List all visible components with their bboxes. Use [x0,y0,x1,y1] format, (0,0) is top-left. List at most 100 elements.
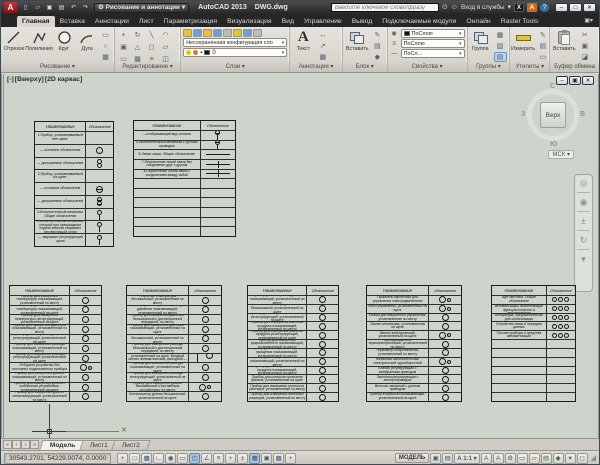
navbar-tool-2[interactable]: ± [581,216,586,226]
viewcube-east[interactable]: В [580,111,585,118]
doc-close-button[interactable]: ✕ [582,76,594,85]
coordinates-readout[interactable]: 30543.2701, 54229.0074, 0.0000 [4,453,111,464]
qat-button-2[interactable]: ▣ [44,3,55,13]
panel-label-properties[interactable]: Свойства ▾ [388,62,467,72]
status-toggle-2[interactable]: ▦ [141,453,152,464]
layer-tool-6[interactable] [243,29,252,37]
qat-button-5[interactable]: ↷ [80,3,91,13]
search-icon[interactable]: ⊙ [442,3,448,13]
object-color-dropdown[interactable]: ПоСлою ▾ [401,29,465,38]
layout-nav-1[interactable]: ‹ [12,440,21,449]
navbar-tool-3[interactable]: ↻ [580,235,588,245]
modify-tool-9[interactable]: ▦ [131,54,144,62]
draw-small-icon-0[interactable]: ▭ [99,30,112,40]
status-toggle-6[interactable]: ◫ [189,453,200,464]
legend-table-top-2[interactable]: Наименование Обозначение —отображающий в… [133,120,236,237]
qat-button-4[interactable]: ↶ [68,3,79,13]
tab-управление[interactable]: Управление [299,16,347,27]
draw-small-icon-1[interactable]: ○ [99,41,112,51]
clip-small-icon-2[interactable]: ◪ [578,52,591,62]
ribbon-overflow-icon[interactable]: ▣▾ [584,17,593,24]
tab-лист[interactable]: Лист [134,16,159,27]
modify-tool-10[interactable]: ≡ [145,54,158,62]
tab-вставка[interactable]: Вставка [55,16,90,27]
tab-онлайн[interactable]: Онлайн [461,16,495,27]
tab-подключаемые-модули[interactable]: Подключаемые модули [377,16,461,27]
sb-icons3-btn-5[interactable]: ▾ [565,453,576,464]
utils-small-icon-0[interactable]: ✎ [536,30,549,40]
help-icon[interactable]: ? [540,3,549,12]
linetype-dropdown[interactable]: ПоСл... ▾ [401,49,465,58]
panel-label-modify[interactable]: Редактирование ▾ [115,62,180,72]
legend-table-bottom-1[interactable]: Наименование Обозначение Прибор для изме… [9,285,102,402]
tab-вид[interactable]: Вид [277,16,299,27]
sb-icons3-btn-2[interactable]: ▱ [529,453,540,464]
lineweight-dropdown[interactable]: ПоСлою ▾ [401,39,465,48]
circle-button[interactable]: Круг [54,28,75,52]
modify-tool-7[interactable]: ▱ [159,42,172,53]
signin-button[interactable]: Вход в службы [461,4,505,11]
drawing-viewport[interactable]: [-][Вверху][2D каркас] ‒▣✕ С В Ю З Верх … [1,74,599,438]
autocad-logo-icon[interactable]: A [4,2,17,13]
measure-button[interactable]: Измерить [512,28,534,52]
modify-tool-3[interactable]: ◠ [159,30,172,41]
doc-minimize-button[interactable]: ‒ [556,76,568,85]
sb-icons3-btn-1[interactable]: ▭ [517,453,528,464]
paste-button[interactable]: Вставить [552,28,576,52]
layout-nav-3[interactable]: » [30,440,39,449]
viewcube-south[interactable]: Ю [550,141,557,148]
annot-small-icon-2[interactable]: ▦ [316,52,329,62]
maximize-button[interactable]: □ [569,3,582,12]
viewcube-west[interactable]: З [521,111,525,118]
navbar-tool-4[interactable]: ▾ [581,254,586,264]
legend-table-bottom-3[interactable]: Наименование Обозначение Прибор для изме… [247,285,339,402]
layer-tool-2[interactable] [203,29,212,37]
legend-table-bottom-5[interactable]: Наименование Обозначение Щит местный. Об… [491,285,576,402]
panel-label-clipboard[interactable]: Буфер обмена [550,62,599,72]
sb-icons3-btn-4[interactable]: ◆ [553,453,564,464]
modify-tool-11[interactable]: ◫ [159,54,172,62]
utils-small-icon-1[interactable]: ▤ [536,41,549,51]
status-toggle-4[interactable]: ◉ [165,453,176,464]
arc-button[interactable]: Дуга [76,28,97,52]
status-toggle-12[interactable]: ▣ [261,453,272,464]
panel-label-groups[interactable]: Группы ▾ [468,62,510,72]
sb-icons3-btn-3[interactable]: ▤ [541,453,552,464]
status-toggle-9[interactable]: + [225,453,236,464]
panel-label-draw[interactable]: Рисование ▾ [1,62,114,72]
annotation-scale-button[interactable]: А 1:1 ▾ [454,453,479,464]
panel-label-annotation[interactable]: Аннотации ▾ [290,62,342,72]
layer-dropdown[interactable]: ▪ 0 ▾ [183,48,287,57]
viewport-control-1[interactable]: [Вверху] [15,76,44,83]
status-toggle-5[interactable]: ▭ [177,453,188,464]
status-toggle-11[interactable]: ▦ [249,453,260,464]
viewcube-top-face[interactable]: Верх [540,102,566,128]
tab-параметризация[interactable]: Параметризация [159,16,222,27]
insert-block-button[interactable]: Вставить [345,28,369,52]
annot-small-icon-1[interactable]: ↗ [316,41,329,51]
tab-аннотации[interactable]: Аннотации [90,16,134,27]
qat-button-0[interactable]: ▯ [20,3,31,13]
legend-table-top-1[interactable]: Наименование Обозначение 1.Прибор, устан… [34,121,114,247]
viewcube-north[interactable]: С [550,83,555,90]
panel-label-utilities[interactable]: Утилиты ▾ [510,62,549,72]
modify-tool-8[interactable]: ▭ [117,54,130,62]
modify-tool-5[interactable]: △ [131,42,144,53]
status-toggle-10[interactable]: ± [237,453,248,464]
model-space-button[interactable]: МОДЕЛЬ [395,453,429,463]
group-button[interactable]: Группа [470,28,492,52]
clip-small-icon-0[interactable]: ✂ [578,30,591,40]
minimize-button[interactable]: – [555,3,568,12]
status-toggle-14[interactable]: + [285,453,296,464]
status-toggle-1[interactable]: □ [129,453,140,464]
panel-label-layers[interactable]: Слои ▾ [181,62,289,72]
tab-главная[interactable]: Главная [17,16,55,27]
layout-nav-0[interactable]: « [3,440,12,449]
layout-nav-2[interactable]: › [21,440,30,449]
status-toggle-13[interactable]: ▩ [273,453,284,464]
status-toggle-7[interactable]: ∠ [201,453,212,464]
viewport-control-0[interactable]: [-] [7,76,14,83]
layer-tool-1[interactable] [193,29,202,37]
groups-small-icon-0[interactable]: ▦ [494,30,507,40]
viewport-control-2[interactable]: [2D каркас] [45,76,82,83]
